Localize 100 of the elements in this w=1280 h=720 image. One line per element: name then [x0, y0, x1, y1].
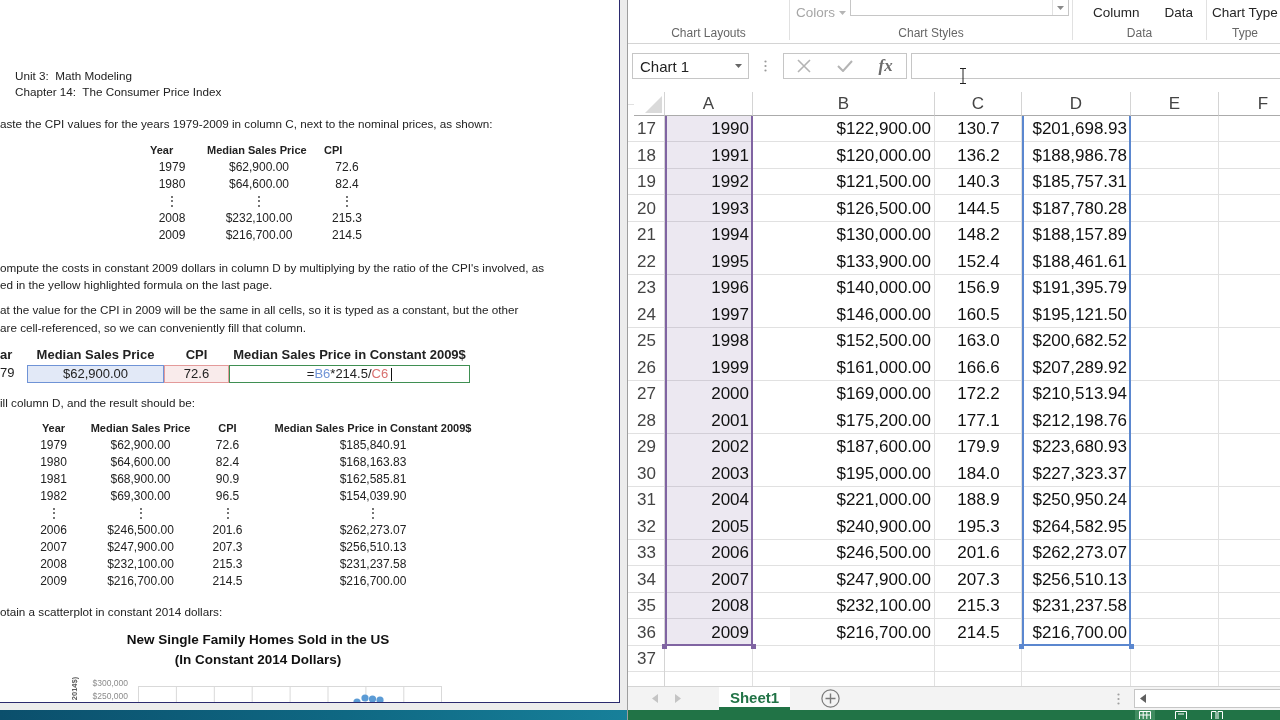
tick-label: $300,000: [92, 678, 128, 688]
row-header[interactable]: 26: [634, 354, 665, 381]
table-cell-text: 140.3: [956, 171, 1001, 193]
table-cell-text: 152.4: [956, 250, 1001, 273]
row-header[interactable]: 24: [634, 301, 665, 328]
column-header: Year: [150, 142, 175, 158]
table-cell-text: 1996: [710, 277, 750, 299]
table-cell-text: $161,000.00: [835, 356, 932, 379]
caret-down-icon[interactable]: [1057, 5, 1064, 10]
row-header[interactable]: 28: [634, 407, 665, 434]
table-cell-text: 1979: [39, 436, 68, 454]
table-cell-text: $256,510.13: [338, 538, 408, 556]
table-cell-text: 2006: [39, 521, 68, 539]
table-cell-text: 82.4: [334, 175, 360, 193]
row-header[interactable]: 35: [634, 593, 665, 620]
table-cell-text: 72.6: [214, 436, 241, 454]
column-header: CPI: [184, 346, 209, 364]
table-cell-text: $146,000.00: [835, 303, 932, 326]
group-label: Type: [1231, 26, 1259, 40]
table-cell-text: 2002: [710, 436, 750, 458]
row-header[interactable]: 33: [634, 540, 665, 567]
column-header[interactable]: E: [1131, 92, 1219, 116]
row-header[interactable]: 18: [634, 142, 665, 169]
table-cell-text: $188,986.78: [1031, 144, 1128, 167]
table-cell-text: 2007: [710, 568, 750, 591]
table-cell-text: $240,900.00: [835, 515, 932, 538]
ribbon-button[interactable]: Chart Type: [1212, 4, 1278, 22]
row-header[interactable]: 21: [634, 222, 665, 249]
column-header: Median Sales Price: [35, 346, 156, 364]
column-header[interactable]: D: [1022, 92, 1131, 116]
sheet-tab[interactable]: Sheet1: [719, 687, 790, 710]
table-cell-text: 214.5: [331, 226, 363, 244]
table-cell-text: $188,461.61: [1031, 250, 1128, 273]
ribbon-button[interactable]: Data: [1164, 4, 1194, 22]
row-header[interactable]: 20: [634, 195, 665, 222]
row-header[interactable]: 23: [634, 275, 665, 302]
plus-circle-icon[interactable]: [821, 689, 840, 708]
table-cell-text: $130,000.00: [835, 224, 932, 246]
text-cursor-icon: [959, 68, 967, 84]
style-gallery[interactable]: [850, 0, 1069, 16]
table-cell-text: $231,237.58: [338, 555, 408, 573]
row-header[interactable]: 27: [634, 381, 665, 408]
table-cell-text: $216,700.00: [106, 572, 175, 590]
table-cell-text: 2001: [710, 409, 750, 432]
table-cell-text: 90.9: [214, 470, 241, 488]
column-header: Median Sales Price in Constant 2009$: [232, 346, 467, 364]
row-header[interactable]: 29: [634, 434, 665, 461]
row-header[interactable]: 36: [634, 619, 665, 646]
row-header[interactable]: 37: [634, 646, 665, 673]
table-cell-text: $201,698.93: [1031, 118, 1128, 140]
table-cell-text: 1991: [710, 144, 750, 167]
table-cell-text: 214.5: [956, 621, 1001, 644]
row-header[interactable]: 17: [634, 116, 665, 143]
table-cell-text: 1998: [710, 330, 750, 352]
vertical-dots-icon[interactable]: [764, 60, 767, 72]
paragraph-text: ill column D, and the result should be:: [0, 395, 195, 411]
row-header[interactable]: 19: [634, 169, 665, 196]
row-header[interactable]: 31: [634, 487, 665, 514]
select-all-icon[interactable]: [645, 96, 662, 113]
row-header[interactable]: 30: [634, 460, 665, 487]
caret-left-icon[interactable]: [1140, 694, 1146, 703]
table-cell-text: 215.3: [211, 555, 244, 573]
resize-handle-icon[interactable]: [1019, 644, 1024, 649]
table-cell-text: $232,100.00: [835, 595, 932, 617]
table-cell-text: $232,100.00: [224, 209, 294, 227]
table-cell-text: $221,000.00: [835, 489, 932, 511]
vertical-dots-icon[interactable]: [1117, 692, 1120, 705]
column-header[interactable]: A: [665, 92, 753, 116]
resize-handle-icon[interactable]: [1129, 644, 1134, 649]
chart-title: (In Constant 2014 Dollars): [174, 651, 342, 669]
column-header[interactable]: B: [753, 92, 935, 116]
table-cell-text: 184.0: [956, 462, 1001, 485]
table-cell-text: 2007: [39, 538, 68, 556]
view-button[interactable]: [1135, 710, 1155, 720]
ribbon-button[interactable]: Column: [1093, 4, 1140, 22]
resize-handle-icon[interactable]: [751, 644, 756, 649]
table-cell-text: $152,500.00: [835, 330, 932, 352]
table-cell-text: $216,700.00: [835, 621, 932, 644]
resize-handle-icon[interactable]: [662, 644, 667, 649]
table-cell-text: $246,500.00: [835, 542, 932, 564]
row-header[interactable]: 32: [634, 513, 665, 540]
column-header: Median Sales Price in Constant 2009$: [273, 420, 473, 436]
table-cell-text: $62,900.00: [227, 158, 291, 176]
horizontal-scrollbar[interactable]: [1134, 689, 1280, 708]
row-header[interactable]: 34: [634, 566, 665, 593]
column-header[interactable]: C: [935, 92, 1022, 116]
table-cell-text: 1997: [710, 303, 750, 326]
name-box[interactable]: Chart 1: [632, 53, 749, 79]
table-cell-text: $216,700.00: [1031, 621, 1128, 644]
table-cell-text: 2009: [39, 572, 68, 590]
row-header[interactable]: 22: [634, 248, 665, 275]
caret-right-icon[interactable]: [675, 694, 681, 703]
table-cell-text: $231,237.58: [1031, 595, 1128, 617]
table-cell-text: 207.3: [211, 538, 244, 556]
table-cell: 72.6: [164, 365, 229, 383]
table-cell: $62,900.00: [27, 365, 164, 383]
column-header: CPI: [324, 142, 344, 158]
table-cell-text: $191,395.79: [1031, 277, 1128, 299]
row-header[interactable]: 25: [634, 328, 665, 355]
table-cell-text: ⋮: [366, 504, 380, 522]
